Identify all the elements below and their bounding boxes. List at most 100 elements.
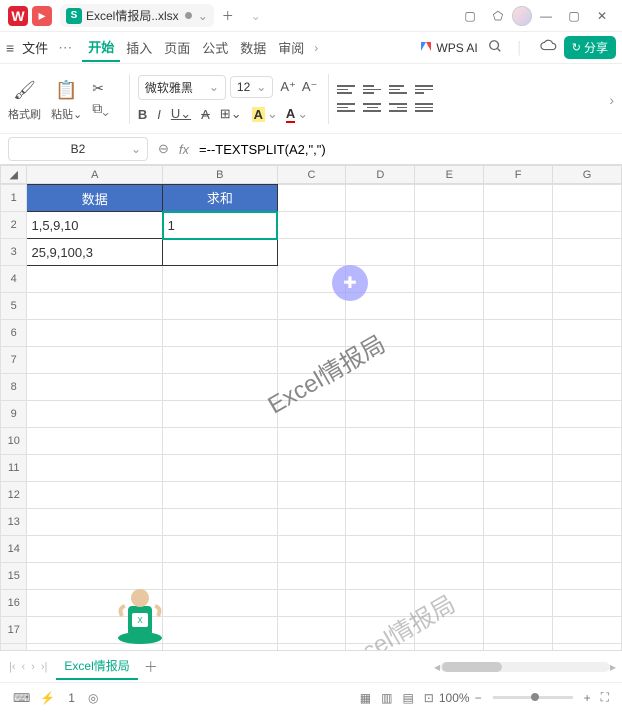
sheet-nav-prev[interactable]: ‹ bbox=[22, 661, 26, 673]
cell[interactable] bbox=[553, 617, 622, 644]
cell[interactable] bbox=[27, 266, 163, 293]
border-button[interactable]: ⊞⌄ bbox=[220, 106, 242, 122]
cell[interactable] bbox=[27, 401, 163, 428]
cell[interactable]: 1,5,9,10 bbox=[27, 212, 163, 239]
status-keyboard-icon[interactable]: ⌨ bbox=[13, 691, 30, 705]
align-left-button[interactable] bbox=[337, 101, 355, 115]
cell[interactable] bbox=[553, 320, 622, 347]
cell[interactable] bbox=[415, 266, 484, 293]
add-sheet-button[interactable]: ＋ bbox=[144, 657, 158, 677]
cell[interactable] bbox=[277, 293, 346, 320]
cell[interactable] bbox=[415, 536, 484, 563]
cell[interactable] bbox=[163, 536, 277, 563]
cell[interactable] bbox=[27, 482, 163, 509]
cell[interactable]: 1 bbox=[163, 212, 277, 239]
new-tab-button[interactable]: ＋ bbox=[216, 4, 240, 28]
sheet-nav-first[interactable]: |‹ bbox=[9, 661, 16, 673]
italic-button[interactable]: I bbox=[157, 107, 161, 122]
menu-scroll-right[interactable]: › bbox=[314, 41, 318, 55]
cell[interactable] bbox=[163, 428, 277, 455]
col-header-B[interactable]: B bbox=[163, 166, 277, 184]
cell[interactable] bbox=[277, 455, 346, 482]
cell[interactable] bbox=[553, 239, 622, 266]
select-all-corner[interactable]: ◢ bbox=[1, 166, 27, 184]
cell[interactable] bbox=[484, 428, 553, 455]
align-top-button[interactable] bbox=[337, 83, 355, 97]
file-tab[interactable]: S Excel情报局..xlsx ⌄ bbox=[60, 4, 214, 27]
row-header[interactable]: 6 bbox=[1, 320, 27, 347]
cell[interactable]: 25,9,100,3 bbox=[27, 239, 163, 266]
cell[interactable] bbox=[163, 266, 277, 293]
formula-input[interactable] bbox=[197, 140, 614, 159]
menu-tab-插入[interactable]: 插入 bbox=[120, 34, 158, 61]
wps-ai-button[interactable]: WPS AI bbox=[421, 41, 477, 55]
cell[interactable] bbox=[277, 239, 346, 266]
align-bottom-button[interactable] bbox=[389, 83, 407, 97]
cell[interactable] bbox=[415, 212, 484, 239]
cell[interactable] bbox=[553, 212, 622, 239]
row-header[interactable]: 15 bbox=[1, 563, 27, 590]
cell[interactable] bbox=[346, 590, 415, 617]
row-header[interactable]: 5 bbox=[1, 293, 27, 320]
cell[interactable] bbox=[484, 212, 553, 239]
cell[interactable] bbox=[553, 509, 622, 536]
cell[interactable] bbox=[415, 563, 484, 590]
cell[interactable] bbox=[346, 455, 415, 482]
cell[interactable] bbox=[415, 320, 484, 347]
view-break-icon[interactable]: ▤ bbox=[402, 691, 413, 705]
cell[interactable] bbox=[484, 509, 553, 536]
cell[interactable] bbox=[277, 428, 346, 455]
decrease-font-button[interactable]: A⁻ bbox=[302, 79, 318, 95]
row-header[interactable]: 17 bbox=[1, 617, 27, 644]
strike-button[interactable]: A bbox=[201, 107, 210, 122]
row-header[interactable]: 14 bbox=[1, 536, 27, 563]
app-w-icon[interactable]: W bbox=[8, 6, 28, 26]
cell[interactable] bbox=[484, 536, 553, 563]
cell[interactable] bbox=[553, 644, 622, 651]
cell[interactable] bbox=[163, 509, 277, 536]
cell[interactable] bbox=[415, 590, 484, 617]
cell[interactable] bbox=[163, 563, 277, 590]
cell[interactable] bbox=[27, 536, 163, 563]
fullscreen-icon[interactable]: ⛶ bbox=[601, 690, 609, 705]
cell[interactable] bbox=[277, 212, 346, 239]
cell[interactable] bbox=[277, 401, 346, 428]
cell[interactable] bbox=[346, 617, 415, 644]
bold-button[interactable]: B bbox=[138, 107, 147, 122]
cell[interactable] bbox=[27, 320, 163, 347]
cell[interactable] bbox=[27, 455, 163, 482]
cell[interactable] bbox=[277, 644, 346, 651]
cell[interactable] bbox=[163, 590, 277, 617]
align-right-button[interactable] bbox=[389, 101, 407, 115]
cell[interactable]: 数据 bbox=[27, 185, 163, 212]
increase-font-button[interactable]: A⁺ bbox=[280, 79, 296, 95]
cell[interactable] bbox=[346, 185, 415, 212]
cell[interactable] bbox=[553, 428, 622, 455]
row-header[interactable]: 2 bbox=[1, 212, 27, 239]
cell[interactable] bbox=[484, 185, 553, 212]
col-header-D[interactable]: D bbox=[346, 166, 415, 184]
cell[interactable] bbox=[346, 509, 415, 536]
app-d-icon[interactable]: ▸ bbox=[32, 6, 52, 26]
row-header[interactable]: 8 bbox=[1, 374, 27, 401]
cell[interactable] bbox=[277, 590, 346, 617]
col-header-A[interactable]: A bbox=[27, 166, 163, 184]
cell[interactable] bbox=[553, 293, 622, 320]
cell[interactable] bbox=[346, 428, 415, 455]
row-header[interactable]: 13 bbox=[1, 509, 27, 536]
cell[interactable] bbox=[415, 374, 484, 401]
format-painter-button[interactable]: 🖌 格式刷 bbox=[8, 76, 41, 122]
view-reader-icon[interactable]: ⊡ bbox=[424, 691, 434, 705]
search-icon[interactable] bbox=[488, 39, 502, 56]
cell[interactable] bbox=[553, 563, 622, 590]
cell[interactable] bbox=[277, 536, 346, 563]
cell[interactable] bbox=[163, 320, 277, 347]
cell[interactable] bbox=[27, 293, 163, 320]
cell[interactable] bbox=[553, 590, 622, 617]
share-button[interactable]: 分享 bbox=[564, 36, 616, 59]
cell[interactable] bbox=[553, 455, 622, 482]
view-normal-icon[interactable]: ▦ bbox=[360, 691, 371, 705]
cell[interactable] bbox=[346, 536, 415, 563]
cell[interactable] bbox=[346, 374, 415, 401]
cell[interactable] bbox=[277, 320, 346, 347]
